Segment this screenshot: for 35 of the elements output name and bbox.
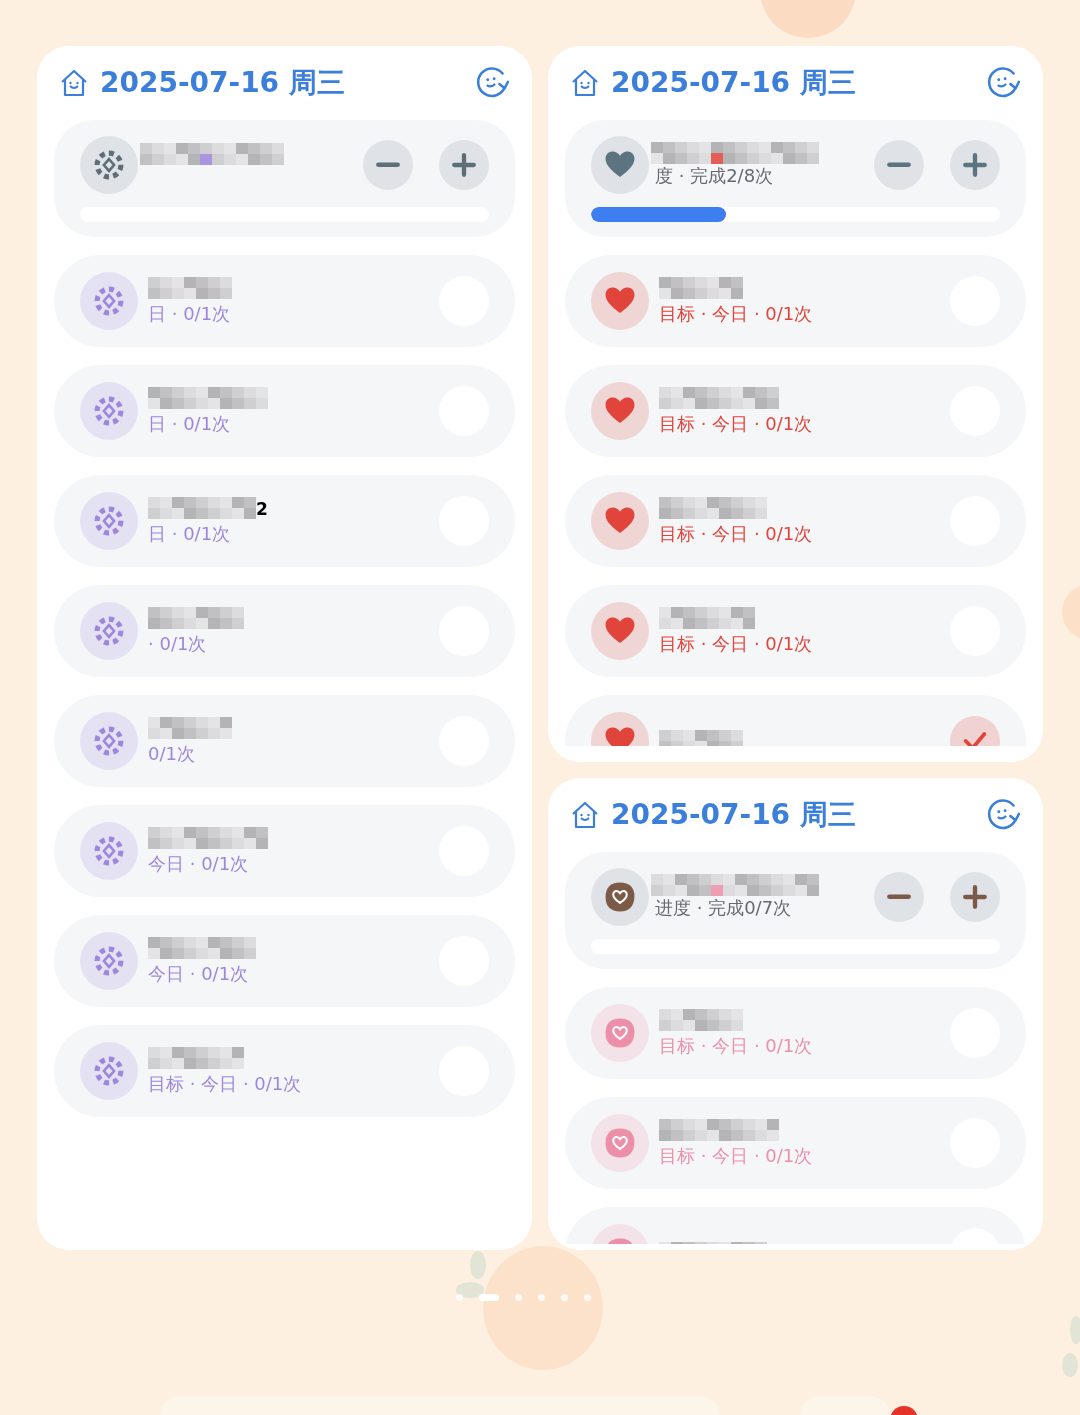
habit-goal-caption: 目标 · 今日 · 0/1次 (148, 1071, 302, 1096)
habit-row[interactable]: 2 日 · 0/1次 (54, 475, 515, 567)
habit-goal-caption: 目标 · 今日 · 0/1次 (659, 631, 813, 656)
habit-goal-caption: 目标 · 今日 · 0/1次 (659, 521, 813, 546)
habit-goal-caption: 日 · 0/1次 (148, 301, 231, 326)
habit-row[interactable]: 目标 · 今日 · 0/1次 (565, 1097, 1026, 1189)
widget-date-title: 2025-07-16 周三 (611, 797, 856, 833)
habit-row[interactable]: 目标 · 今日 · 0/1次 (565, 585, 1026, 677)
habit-row[interactable]: 目标 · 今日 · 0/1次 (54, 1025, 515, 1117)
habit-goal-caption: 今日 · 0/1次 (148, 851, 249, 876)
habit-goal-caption: 目标 · 今日 · 0/1次 (659, 1143, 813, 1168)
habit-row[interactable]: 今日 · 0/1次 (54, 915, 515, 1007)
habit-row[interactable]: 0/1次 (54, 695, 515, 787)
habit-row[interactable]: 目标 · 今日 · 0/1次 (565, 255, 1026, 347)
habit-goal-caption: · 0/1次 (148, 631, 207, 656)
habit-goal-caption: 目标 · 今日 · 0/1次 (659, 1033, 813, 1058)
habit-goal-caption: 今日 · 0/1次 (148, 961, 249, 986)
widget-date-title: 2025-07-16 周三 (611, 65, 856, 101)
habit-goal-caption: 0/1次 (148, 741, 195, 766)
progress-caption: 度 · 完成2/8次 (655, 164, 774, 188)
progress-caption: 进度 · 完成0/7次 (655, 896, 792, 920)
habit-row[interactable]: · 0/1次 (54, 585, 515, 677)
habit-row[interactable]: 日 · 0/1次 (54, 365, 515, 457)
counter-row[interactable]: 度 · 完成2/8次 (565, 120, 1026, 237)
habit-row[interactable]: 目标 · 今日 · 0/1次 (565, 987, 1026, 1079)
habit-goal-caption: 日 · 0/1次 (148, 411, 231, 436)
habit-goal-caption: 目标 · 今日 · 0/1次 (659, 411, 813, 436)
habit-row[interactable]: 今日 · 0/1次 (54, 805, 515, 897)
habit-row[interactable]: 目标 · 今日 · 0/1次 (565, 365, 1026, 457)
habit-goal-caption: 日 · 0/1次 (148, 521, 231, 546)
widget-date-title: 2025-07-16 周三 (100, 65, 345, 101)
habit-goal-caption: 目标 · 今日 · 0/1次 (659, 301, 813, 326)
habit-row[interactable]: 日 · 0/1次 (54, 255, 515, 347)
habit-name: 2 (256, 498, 268, 519)
habit-row[interactable]: 目标 · 今日 · 0/1次 (565, 475, 1026, 567)
